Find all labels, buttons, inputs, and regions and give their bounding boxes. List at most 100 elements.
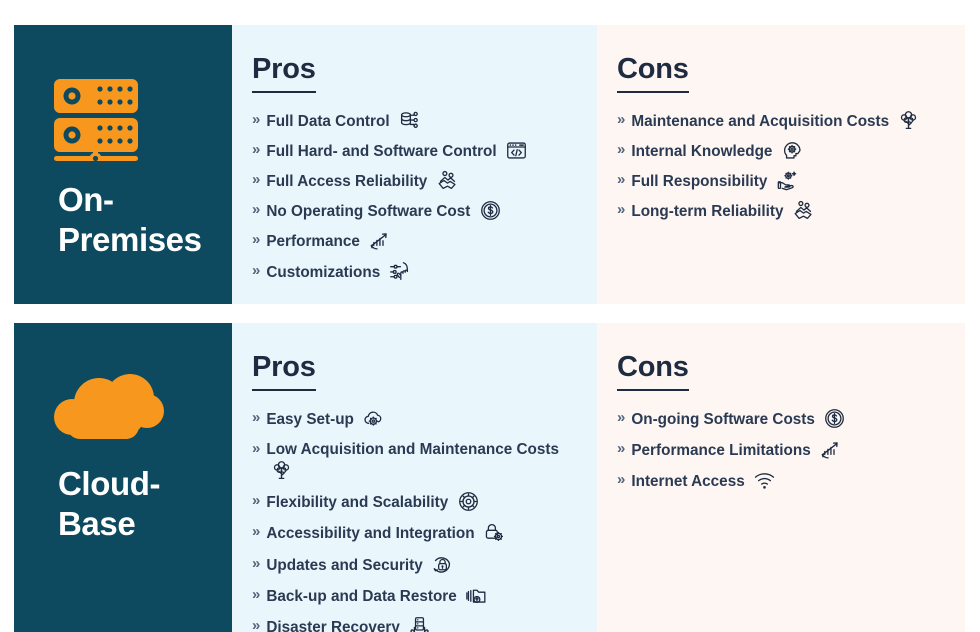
server-icon bbox=[52, 77, 214, 166]
bullet-marker: » bbox=[252, 492, 261, 510]
list-item-label: On-going Software Costs bbox=[631, 411, 815, 428]
bullet-marker: » bbox=[252, 409, 261, 426]
cons-heading: Cons bbox=[617, 353, 689, 391]
hand-gear-icon bbox=[777, 170, 798, 191]
list-item-label: Full Hard- and Software Control bbox=[266, 143, 497, 161]
bar-chart-growth-icon bbox=[369, 230, 390, 251]
list-item: » Easy Set-up bbox=[252, 408, 577, 430]
bullet-marker: » bbox=[617, 171, 626, 189]
list-item: » Internal Knowledge bbox=[617, 140, 945, 162]
bullet-marker: » bbox=[617, 409, 626, 426]
money-tree-icon bbox=[271, 460, 292, 481]
cons-list-cloud-base: » On-going Software Costs » Performance … bbox=[617, 408, 945, 492]
label-title-cloud-base: Cloud- Base bbox=[58, 465, 161, 543]
cloud-icon bbox=[52, 371, 214, 454]
bullet-marker: » bbox=[252, 523, 261, 541]
wifi-icon bbox=[754, 470, 775, 491]
list-item: » Flexibility and Scalability bbox=[252, 491, 577, 513]
list-item: » Maintenance and Acquisition Costs bbox=[617, 110, 945, 132]
pros-list-on-premises: » Full Data Control » Full Hard- and Sof… bbox=[252, 110, 577, 283]
bullet-marker: » bbox=[617, 471, 626, 489]
list-item: » Updates and Security bbox=[252, 554, 577, 576]
cloud-gear-icon bbox=[363, 408, 384, 429]
list-item: » No Operating Software Cost bbox=[252, 200, 577, 222]
cons-list-on-premises: » Maintenance and Acquisition Costs » In… bbox=[617, 110, 945, 222]
head-gears-icon bbox=[782, 140, 803, 161]
list-item: » Accessibility and Integration bbox=[252, 522, 577, 544]
list-item-label: Full Access Reliability bbox=[266, 173, 428, 191]
bullet-marker: » bbox=[252, 111, 261, 128]
list-item-label: Customizations bbox=[266, 263, 381, 281]
hand-settings-icon bbox=[389, 261, 410, 282]
lock-refresh-icon bbox=[432, 554, 453, 575]
list-item-label: Internal Knowledge bbox=[631, 143, 773, 161]
list-item-label: Back-up and Data Restore bbox=[266, 587, 457, 605]
dollar-coin-icon bbox=[824, 408, 845, 429]
cons-heading: Cons bbox=[617, 55, 689, 93]
list-item-label: Low Acquisition and Maintenance Costs bbox=[266, 441, 559, 459]
bullet-marker: » bbox=[252, 201, 261, 219]
dollar-coin-icon bbox=[480, 200, 501, 221]
list-item: » On-going Software Costs bbox=[617, 408, 945, 430]
list-item-label: Accessibility and Integration bbox=[266, 525, 475, 543]
bullet-marker: » bbox=[252, 440, 261, 458]
bullet-marker: » bbox=[252, 554, 261, 572]
list-item: » Back-up and Data Restore bbox=[252, 585, 577, 607]
list-item: » Full Access Reliability bbox=[252, 170, 577, 192]
list-item-label: Long-term Reliability bbox=[631, 203, 784, 221]
list-item: » Performance bbox=[252, 230, 577, 252]
list-item-label: Flexibility and Scalability bbox=[266, 494, 449, 512]
cons-panel-on-premises: Cons » Maintenance and Acquisition Costs… bbox=[597, 25, 965, 304]
list-item: » Full Responsibility bbox=[617, 170, 945, 192]
list-item: » Long-term Reliability bbox=[617, 200, 945, 222]
pros-heading: Pros bbox=[252, 55, 316, 93]
list-item-label: Full Responsibility bbox=[631, 173, 768, 191]
list-item-label: Updates and Security bbox=[266, 556, 423, 574]
lock-gear-icon bbox=[484, 522, 505, 543]
handshake-icon bbox=[793, 200, 814, 221]
row-on-premises: On-Premises Pros » Full Data Control » bbox=[14, 25, 965, 304]
list-item-label: Disaster Recovery bbox=[266, 618, 400, 632]
code-window-icon bbox=[506, 140, 527, 161]
pros-panel-cloud-base: Pros » Easy Set-up » Low Acquisition and… bbox=[232, 323, 597, 632]
database-network-icon bbox=[399, 110, 420, 131]
list-item: » Disaster Recovery bbox=[252, 616, 577, 632]
list-item: » Full Hard- and Software Control bbox=[252, 140, 577, 162]
bar-chart-growth-icon bbox=[820, 439, 841, 460]
row-cloud-base: Cloud- Base Pros » Easy Set-up » Low Acq… bbox=[14, 323, 965, 632]
list-item-label: Full Data Control bbox=[266, 113, 390, 130]
pros-list-cloud-base: » Easy Set-up » Low Acquisition and Main… bbox=[252, 408, 577, 632]
label-panel-on-premises: On- Premises bbox=[14, 25, 232, 304]
list-item: » Low Acquisition and Maintenance Costs bbox=[252, 439, 577, 482]
list-item-label: Maintenance and Acquisition Costs bbox=[631, 113, 890, 130]
bullet-marker: » bbox=[252, 616, 261, 632]
server-hands-icon bbox=[409, 616, 430, 632]
pros-heading: Pros bbox=[252, 353, 316, 391]
label-panel-cloud-base: Cloud- Base bbox=[14, 323, 232, 632]
list-item: » Internet Access bbox=[617, 470, 945, 492]
cons-panel-cloud-base: Cons » On-going Software Costs » Perform… bbox=[597, 323, 965, 632]
bullet-marker: » bbox=[252, 171, 261, 189]
list-item-label: Easy Set-up bbox=[266, 411, 354, 428]
bullet-marker: » bbox=[617, 201, 626, 219]
bullet-marker: » bbox=[617, 141, 626, 159]
bullet-marker: » bbox=[252, 261, 261, 279]
list-item-label: No Operating Software Cost bbox=[266, 203, 471, 221]
bullet-marker: » bbox=[252, 585, 261, 603]
bullet-marker: » bbox=[617, 111, 626, 128]
list-item: » Full Data Control bbox=[252, 110, 577, 132]
folder-restore-icon bbox=[466, 585, 487, 606]
label-title-on-premises: On- Premises bbox=[58, 181, 202, 259]
bullet-marker: » bbox=[252, 141, 261, 159]
money-tree-icon bbox=[898, 110, 919, 131]
list-item-label: Internet Access bbox=[631, 473, 745, 491]
comparison-board: On-Premises Pros » Full Data Control » bbox=[0, 0, 980, 632]
handshake-icon bbox=[437, 170, 458, 191]
pros-panel-on-premises: Pros » Full Data Control » Full Hard- an… bbox=[232, 25, 597, 304]
list-item: » Performance Limitations bbox=[617, 439, 945, 461]
list-item-label: Performance bbox=[266, 233, 360, 251]
list-item: » Customizations bbox=[252, 261, 577, 283]
bullet-marker: » bbox=[617, 440, 626, 458]
list-item-label: Performance Limitations bbox=[631, 442, 811, 460]
gear-circle-icon bbox=[458, 491, 479, 512]
